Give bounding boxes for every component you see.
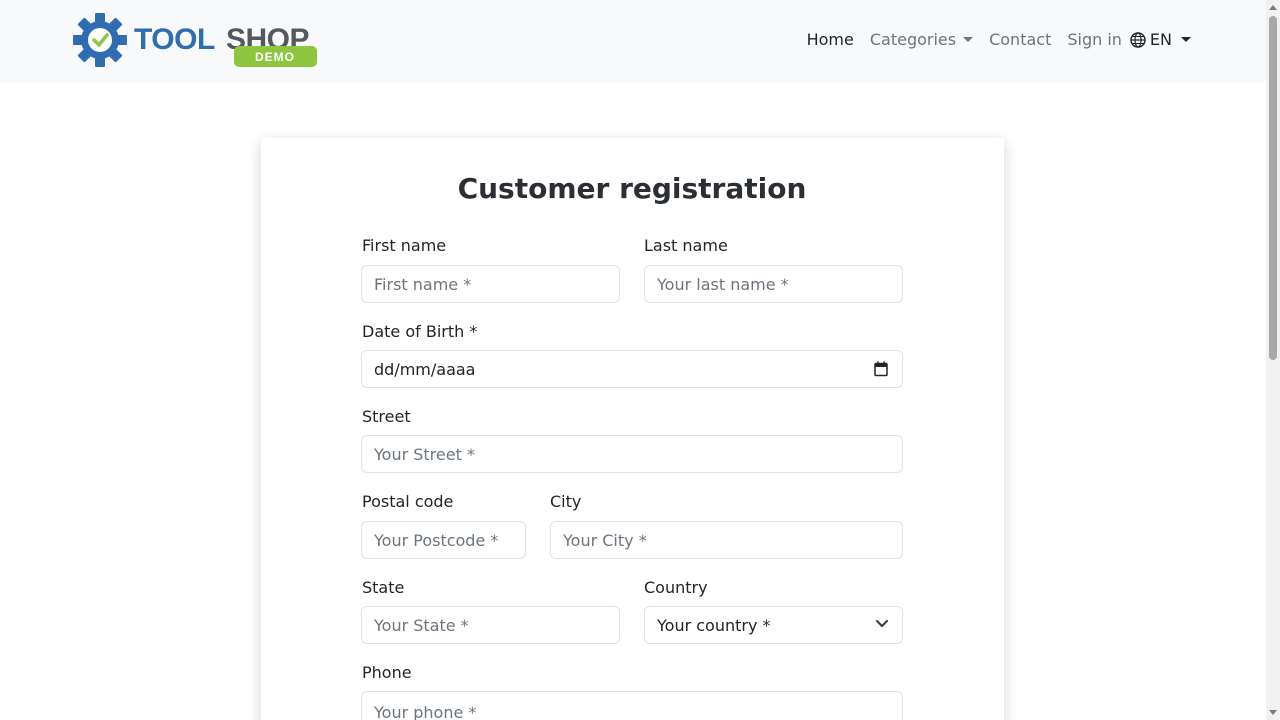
svg-text:TOOL: TOOL xyxy=(134,23,215,56)
calendar-icon[interactable] xyxy=(874,361,888,377)
last-name-label: Last name xyxy=(644,236,728,255)
nav-home-link[interactable]: Home xyxy=(807,30,854,49)
nav-categories-label: Categories xyxy=(869,30,957,49)
first-name-label: First name xyxy=(362,236,447,255)
street-label: Street xyxy=(362,407,411,426)
scrollbar-thumb[interactable] xyxy=(1269,16,1277,360)
scroll-up-arrow-icon[interactable] xyxy=(1269,5,1277,10)
chevron-down-icon xyxy=(876,620,888,628)
language-dropdown[interactable]: EN xyxy=(1130,30,1191,49)
dob-label: Date of Birth * xyxy=(362,322,478,341)
language-label: EN xyxy=(1149,30,1172,49)
nav-categories-dropdown[interactable]: Categories xyxy=(869,30,974,49)
caret-down-icon xyxy=(963,37,974,42)
svg-text:DEMO: DEMO xyxy=(255,50,295,64)
country-selected-value: Your country * xyxy=(657,615,771,635)
country-select[interactable]: Your country * xyxy=(644,606,903,644)
city-label: City xyxy=(550,492,582,511)
dob-value: dd/mm/aaaa xyxy=(374,359,476,379)
phone-label: Phone xyxy=(362,663,412,682)
city-input[interactable]: Your City * xyxy=(550,521,903,559)
phone-input[interactable]: Your phone * xyxy=(361,691,903,720)
nav-contact-link[interactable]: Contact xyxy=(989,30,1051,49)
last-name-input[interactable]: Your last name * xyxy=(644,265,903,303)
first-name-input[interactable]: First name * xyxy=(361,265,620,303)
street-input[interactable]: Your Street * xyxy=(361,435,903,473)
state-label: State xyxy=(362,578,405,597)
dob-date-input[interactable]: dd/mm/aaaa xyxy=(361,350,903,388)
nav-links: Home Categories Contact Sign in EN xyxy=(791,30,1191,49)
globe-icon xyxy=(1130,31,1146,48)
nav-sign-in-link[interactable]: Sign in xyxy=(1067,30,1122,49)
postal-code-label: Postal code xyxy=(362,492,454,511)
gear-icon xyxy=(73,13,127,67)
toolshop-logo[interactable]: TOOL SHOP DEMO xyxy=(72,12,322,70)
top-navbar: TOOL SHOP DEMO Home Categories Contact S… xyxy=(0,0,1266,82)
page-title: Customer registration xyxy=(457,172,807,205)
scroll-down-arrow-icon[interactable] xyxy=(1269,710,1277,715)
page-scrollbar[interactable] xyxy=(1266,0,1280,720)
logo-graphic: TOOL SHOP DEMO xyxy=(73,13,317,67)
caret-down-icon xyxy=(1181,37,1191,42)
country-label: Country xyxy=(644,578,708,597)
postal-code-input[interactable]: Your Postcode * xyxy=(361,521,526,559)
state-input[interactable]: Your State * xyxy=(361,606,620,644)
